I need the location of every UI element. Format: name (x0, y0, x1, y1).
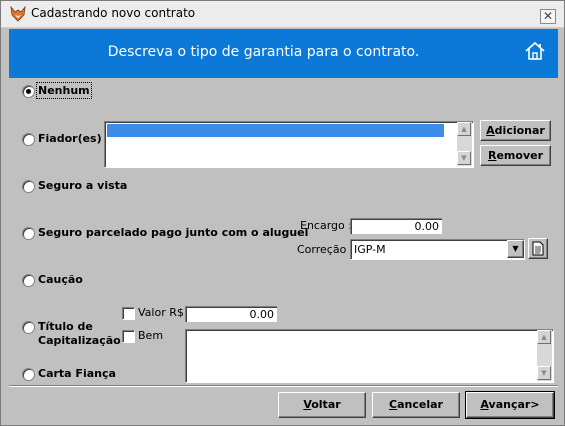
back-label: oltar (311, 398, 341, 411)
close-icon[interactable]: ✕ (540, 9, 556, 24)
next-button[interactable]: Avançar> (465, 391, 555, 419)
add-fiador-button[interactable]: Adicionar (480, 120, 551, 141)
fiador-list-selected-row[interactable] (107, 124, 444, 137)
next-label: vançar> (488, 398, 540, 411)
scroll-up-icon[interactable]: ▲ (537, 330, 551, 344)
radio-seguro-vista[interactable] (22, 180, 35, 193)
fox-app-icon (10, 6, 26, 22)
radio-fiador[interactable] (22, 133, 35, 146)
remove-fiador-button[interactable]: Remover (480, 145, 551, 166)
fiador-list-scrollbar[interactable]: ▲ ▼ (457, 122, 472, 166)
add-hotkey: A (486, 124, 495, 137)
radio-titulo[interactable] (22, 321, 35, 334)
correcao-select[interactable]: IGP-M (350, 239, 525, 260)
radio-caucao-label[interactable]: Caução (38, 273, 83, 286)
document-glyph (532, 241, 544, 256)
radio-nenhum[interactable] (22, 85, 35, 98)
bem-textarea-scrollbar[interactable]: ▲ ▼ (537, 330, 552, 381)
radio-seguro-parcelado[interactable] (22, 227, 35, 240)
instruction-banner: Descreva o tipo de garantia para o contr… (9, 29, 558, 78)
bem-checkbox[interactable] (122, 330, 135, 343)
correcao-value: IGP-M (354, 243, 386, 256)
back-button[interactable]: Voltar (278, 392, 366, 418)
scroll-down-icon[interactable]: ▼ (537, 366, 551, 380)
document-icon[interactable] (528, 238, 548, 259)
title-bar: Cadastrando novo contrato ✕ (1, 1, 564, 28)
radio-caucao[interactable] (22, 274, 35, 287)
radio-titulo-label-line2[interactable]: Capitalização (38, 334, 121, 347)
valor-checkbox[interactable] (122, 307, 135, 320)
window-title: Cadastrando novo contrato (31, 6, 196, 20)
radio-titulo-label-line1[interactable]: Título de (38, 320, 93, 333)
bem-textarea[interactable]: ▲ ▼ (185, 329, 554, 383)
add-label: dicionar (494, 124, 545, 137)
footer-divider (9, 385, 558, 387)
radio-carta-fianca[interactable] (22, 368, 35, 381)
remove-label: emover (496, 149, 544, 162)
fiador-list[interactable]: ▲ ▼ (104, 121, 474, 168)
banner-text: Descreva o tipo de garantia para o contr… (107, 44, 420, 60)
cancel-label: ancelar (397, 398, 443, 411)
encargo-label: Encargo : (300, 219, 352, 232)
radio-seguro-vista-label[interactable]: Seguro a vista (38, 179, 127, 192)
encargo-input[interactable]: 0.00 (350, 218, 442, 234)
radio-fiador-label[interactable]: Fiador(es) (38, 132, 102, 145)
cancel-button[interactable]: Cancelar (372, 392, 460, 418)
dropdown-arrow-icon[interactable]: ▼ (507, 240, 524, 258)
scroll-up-icon[interactable]: ▲ (457, 122, 471, 136)
contract-dialog: Cadastrando novo contrato ✕ Descreva o t… (0, 0, 565, 426)
scroll-down-icon[interactable]: ▼ (457, 151, 471, 165)
valor-label: Valor R$ (138, 306, 184, 319)
home-icon[interactable] (524, 40, 546, 62)
radio-carta-fianca-label[interactable]: Carta Fiança (38, 367, 116, 380)
valor-input[interactable]: 0.00 (185, 306, 277, 322)
next-hotkey: A (480, 398, 489, 411)
correcao-label: Correção : (297, 243, 354, 256)
radio-seguro-parcelado-label[interactable]: Seguro parcelado pago junto com o alugue… (38, 226, 308, 239)
radio-nenhum-label[interactable]: Nenhum (36, 82, 92, 99)
cancel-hotkey: C (389, 398, 398, 411)
bem-label: Bem (138, 329, 164, 342)
